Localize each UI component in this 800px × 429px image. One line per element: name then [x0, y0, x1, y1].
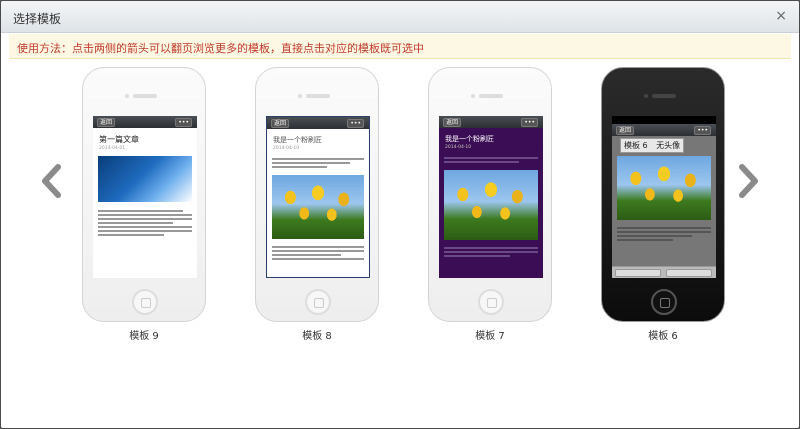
preview-intro-text — [439, 152, 543, 168]
template-dialog: 选择模板 × 使用方法：点击两侧的箭头可以翻页浏览更多的模板，直接点击对应的模板… — [0, 0, 800, 429]
dialog-titlebar: 选择模板 × — [1, 1, 799, 33]
preview-article-title: 我是一个粉刷匠 — [445, 135, 494, 143]
template-card-8[interactable]: 返回 ••• 我是一个粉刷匠 2014-04-10 模板 8 — [255, 67, 379, 342]
preview-intro-text — [267, 153, 369, 173]
preview-article-title: 我是一个粉刷匠 — [273, 136, 322, 144]
camera — [644, 94, 648, 98]
dialog-title: 选择模板 — [13, 12, 62, 26]
preview-navbar: 返回 ••• — [93, 116, 197, 128]
preview-tulip-image — [444, 170, 538, 240]
preview-banner-image — [98, 156, 192, 202]
template-preview: 返回 ••• 模板 6 无头像 — [612, 116, 716, 278]
tooltip-name: 模板 6 — [624, 141, 648, 150]
preview-navbar: 返回 ••• — [612, 124, 716, 136]
preview-article-date: 2014-04-10 — [273, 146, 300, 151]
close-icon[interactable]: × — [775, 9, 787, 23]
preview-navbar: 返回 ••• — [439, 116, 543, 128]
share-friends-button — [615, 269, 661, 277]
preview-tulip-image — [617, 156, 711, 220]
speaker — [652, 94, 676, 98]
usage-notice: 使用方法：点击两侧的箭头可以翻页浏览更多的模板，直接点击对应的模板既可选中 — [9, 34, 791, 59]
preview-tulip-image — [272, 175, 364, 239]
template-preview: 返回 ••• 我是一个粉刷匠 2014-04-10 — [266, 116, 370, 278]
template-label: 模板 8 — [302, 331, 332, 342]
phone-frame: 返回 ••• 我是一个粉刷匠 2014-04-10 — [255, 67, 379, 322]
chevron-right-icon[interactable] — [737, 161, 761, 201]
camera — [471, 94, 475, 98]
phone-frame: 返回 ••• 模板 6 无头像 — [601, 67, 725, 322]
template-label: 模板 6 — [648, 331, 678, 342]
preview-tooltip: 模板 6 无头像 — [620, 138, 685, 153]
camera — [125, 94, 129, 98]
home-button — [132, 289, 158, 315]
preview-body-text — [267, 241, 369, 265]
camera — [298, 94, 302, 98]
template-card-6[interactable]: 返回 ••• 模板 6 无头像 模板 6 — [601, 67, 725, 342]
template-card-7[interactable]: 返回 ••• 我是一个粉刷匠 2014-04-10 模板 7 — [428, 67, 552, 342]
template-preview: 返回 ••• 第一篇文章 2014-04-01 — [93, 116, 197, 278]
home-button — [305, 289, 331, 315]
preview-article-title: 第一篇文章 — [99, 135, 139, 144]
speaker — [133, 94, 157, 98]
preview-body-text — [439, 242, 543, 262]
preview-more-button: ••• — [694, 126, 711, 135]
preview-share-bar — [612, 266, 716, 278]
template-preview: 返回 ••• 我是一个粉刷匠 2014-04-10 — [439, 116, 543, 278]
speaker — [306, 94, 330, 98]
preview-article-date: 2014-04-10 — [445, 145, 472, 150]
speaker — [479, 94, 503, 98]
template-label: 模板 7 — [475, 331, 505, 342]
chevron-left-icon[interactable] — [39, 161, 63, 201]
preview-article-date: 2014-04-01 — [99, 146, 126, 151]
preview-back-button: 返回 — [271, 119, 290, 128]
phone-frame: 返回 ••• 我是一个粉刷匠 2014-04-10 — [428, 67, 552, 322]
share-moments-button — [666, 269, 712, 277]
preview-body-text — [612, 222, 716, 246]
template-card-9[interactable]: 返回 ••• 第一篇文章 2014-04-01 模板 9 — [82, 67, 206, 342]
preview-more-button: ••• — [521, 118, 538, 127]
home-button — [478, 289, 504, 315]
tooltip-sub: 无头像 — [656, 141, 681, 150]
preview-back-button: 返回 — [616, 126, 635, 135]
home-button — [651, 289, 677, 315]
preview-more-button: ••• — [175, 118, 192, 127]
preview-back-button: 返回 — [443, 118, 462, 127]
preview-navbar: 返回 ••• — [267, 117, 369, 129]
preview-back-button: 返回 — [97, 118, 116, 127]
phone-frame: 返回 ••• 第一篇文章 2014-04-01 — [82, 67, 206, 322]
template-label: 模板 9 — [129, 331, 159, 342]
preview-more-button: ••• — [347, 119, 364, 128]
preview-statusbar — [612, 116, 716, 124]
preview-body-text — [93, 205, 197, 241]
